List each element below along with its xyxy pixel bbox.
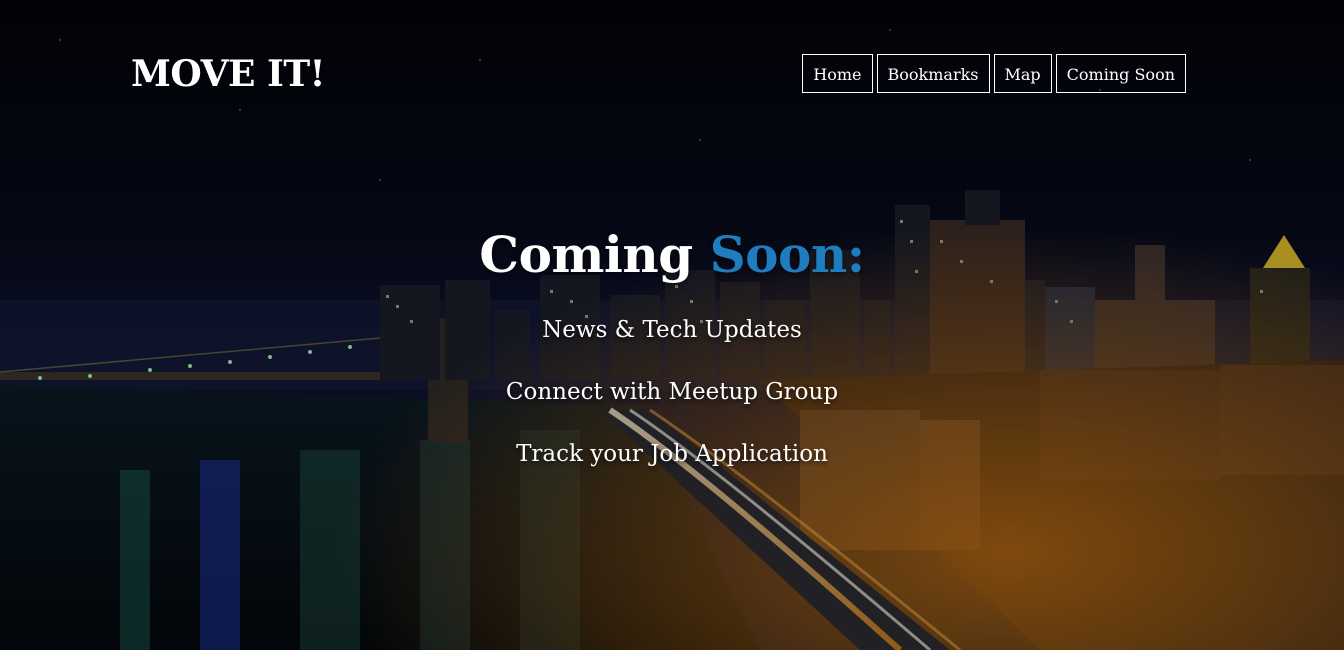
hero-title: Coming Soon: — [0, 222, 1344, 288]
feature-item-job-tracker: Track your Job Application — [516, 441, 828, 467]
nav-item-coming-soon[interactable]: Coming Soon — [1055, 54, 1186, 93]
feature-list: News & Tech Updates Connect with Meetup … — [0, 310, 1344, 485]
page: MOVE IT! Home Bookmarks Map Coming Soon … — [0, 0, 1344, 650]
hero-title-main: Coming — [479, 225, 693, 284]
feature-item-news: News & Tech Updates — [542, 317, 802, 343]
site-logo[interactable]: MOVE IT! — [131, 52, 325, 96]
main-nav: Home Bookmarks Map Coming Soon — [802, 54, 1186, 93]
feature-item-meetup: Connect with Meetup Group — [505, 379, 839, 405]
hero-title-accent: Soon: — [709, 225, 866, 284]
nav-item-map[interactable]: Map — [993, 54, 1052, 93]
hero-section: Coming Soon: News & Tech Updates Connect… — [0, 222, 1344, 485]
nav-item-bookmarks[interactable]: Bookmarks — [876, 54, 990, 93]
nav-item-home[interactable]: Home — [802, 54, 873, 93]
